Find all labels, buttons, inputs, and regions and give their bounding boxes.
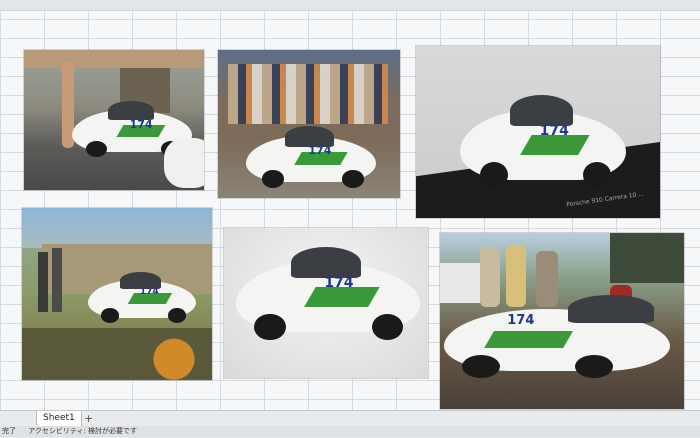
car-number: 174 (324, 274, 354, 291)
photo-drivers-with-car[interactable]: 174 (440, 233, 684, 409)
status-bar: 完了 アクセシビリティ: 検討が必要です (0, 426, 700, 437)
add-sheet-button[interactable]: + (84, 411, 93, 426)
car-number: 174 (539, 122, 569, 139)
sheet-tab[interactable]: Sheet1 (36, 411, 82, 427)
car-number: 174 (308, 144, 332, 158)
column-header-bar (0, 0, 700, 11)
car-number: 174 (129, 117, 153, 131)
photo-crowd-car[interactable]: 174 (218, 50, 400, 198)
photo-model-car-dark-base[interactable]: Porsche 910 Carrera 10 ... 174 (416, 46, 660, 218)
car-number: 174 (507, 312, 535, 328)
accessibility-status[interactable]: アクセシビリティ: 検討が必要です (28, 427, 137, 435)
status-ready-text: 完了 (2, 427, 16, 435)
photo-racing-paddock[interactable]: 174 (24, 50, 204, 190)
photo-model-car-studio[interactable]: 174 (224, 228, 428, 378)
photo-hillside-race[interactable]: 174 (22, 208, 212, 380)
car-number: 174 (139, 286, 159, 297)
